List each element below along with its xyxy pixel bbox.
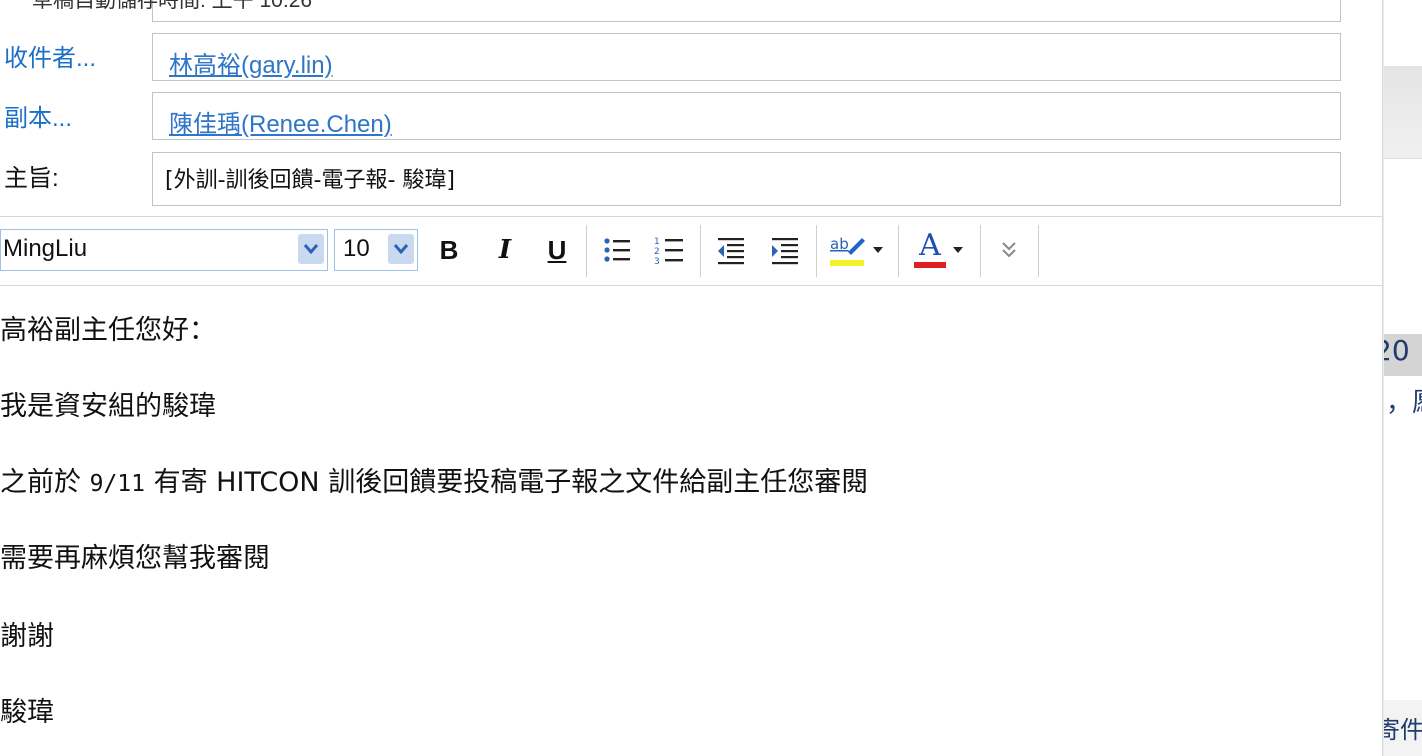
bulleted-list-icon (604, 238, 630, 262)
body-date: 9/11 (89, 471, 145, 497)
text-color-swatch (914, 262, 946, 268)
text-color-icon: A (914, 228, 946, 268)
background-snippet-text: ，愿 (1386, 388, 1422, 418)
highlight-glyph: ab (830, 235, 849, 253)
toolbar-separator (816, 225, 817, 277)
chevron-down-icon[interactable] (298, 234, 324, 264)
subject-input[interactable] (163, 164, 1327, 191)
font-size-select[interactable]: 10 (334, 229, 418, 271)
underline-icon: U (547, 234, 567, 265)
italic-button[interactable]: I (488, 227, 522, 273)
highlight-color-button[interactable]: ab (824, 227, 888, 273)
svg-text:2: 2 (654, 247, 660, 257)
double-chevron-down-icon (1002, 242, 1016, 258)
toolbar-separator (1038, 225, 1039, 277)
bulleted-list-button[interactable] (598, 227, 636, 273)
numbered-list-icon: 1 2 3 (654, 237, 683, 265)
svg-text:3: 3 (654, 257, 660, 265)
indent-button[interactable] (766, 227, 804, 273)
toolbar-separator (586, 225, 587, 277)
toolbar-separator (898, 225, 899, 277)
font-family-value: MingLiu (3, 235, 88, 262)
formatting-toolbar: MingLiu 10 B I U 1 2 3 ab A (0, 216, 1382, 286)
svg-text:1: 1 (654, 237, 660, 247)
body-line: 需要再麻煩您幫我審閱 (0, 543, 270, 574)
body-line: 之前於 9/11 有寄 HITCON 訓後回饋要投稿電子報之文件給副主任您審閱 (0, 460, 868, 499)
subject-field[interactable] (152, 152, 1341, 206)
draft-autosave-note: 草稿自動儲存時間: 上午 10:26 (32, 0, 313, 12)
cc-field[interactable]: 陳佳瑀(Renee.Chen) (152, 92, 1341, 140)
background-snippet-year: 20 (1382, 334, 1410, 367)
italic-icon: I (498, 235, 512, 265)
body-signature: 駿瑋 (0, 697, 54, 728)
to-field[interactable]: 林高裕(gary.lin) (152, 33, 1341, 81)
recipient-chip-cc[interactable]: 陳佳瑀(Renee.Chen) (169, 104, 392, 139)
body-line: 我是資安組的駿瑋 (0, 391, 216, 422)
body-text: 有寄 HITCON 訓後回饋要投稿電子報之文件給副主任您審閱 (144, 467, 869, 498)
body-greeting: 高裕副主任您好： (0, 315, 216, 346)
background-snippet-bottom: 寄件 (1382, 716, 1422, 744)
bold-icon: B (439, 234, 459, 265)
chevron-down-icon (873, 247, 883, 253)
bold-button[interactable]: B (432, 227, 466, 273)
outdent-icon (718, 238, 744, 265)
subject-label: 主旨: (4, 165, 59, 192)
font-size-value: 10 (343, 235, 370, 262)
cc-address-book-link[interactable]: 副本... (4, 98, 72, 133)
background-header-band (1384, 66, 1422, 159)
text-color-glyph: A (919, 228, 941, 263)
toolbar-separator (980, 225, 981, 277)
more-options-button[interactable] (990, 227, 1028, 273)
indent-icon (772, 238, 798, 265)
highlight-swatch (830, 260, 864, 266)
message-body-editor[interactable]: 高裕副主任您好： 我是資安組的駿瑋 之前於 9/11 有寄 HITCON 訓後回… (0, 284, 1380, 756)
background-window: 20 ，愿 寄件 (1382, 0, 1422, 756)
chevron-down-icon (953, 247, 963, 253)
window-edge (1382, 0, 1384, 756)
chevron-down-icon[interactable] (388, 234, 414, 264)
highlight-icon: ab (830, 235, 865, 266)
underline-button[interactable]: U (540, 227, 574, 273)
body-line: 謝謝 (0, 621, 54, 652)
text-color-button[interactable]: A (906, 227, 972, 273)
draft-status-box (152, 0, 1341, 22)
to-address-book-link[interactable]: 收件者... (4, 38, 96, 73)
compose-window: 草稿自動儲存時間: 上午 10:26 收件者... 林高裕(gary.lin) … (0, 0, 1382, 756)
toolbar-separator (700, 225, 701, 277)
outdent-button[interactable] (712, 227, 750, 273)
numbered-list-button[interactable]: 1 2 3 (650, 227, 688, 273)
recipient-chip-to[interactable]: 林高裕(gary.lin) (169, 45, 333, 80)
body-text: 之前於 (0, 467, 90, 498)
font-family-select[interactable]: MingLiu (0, 229, 328, 271)
